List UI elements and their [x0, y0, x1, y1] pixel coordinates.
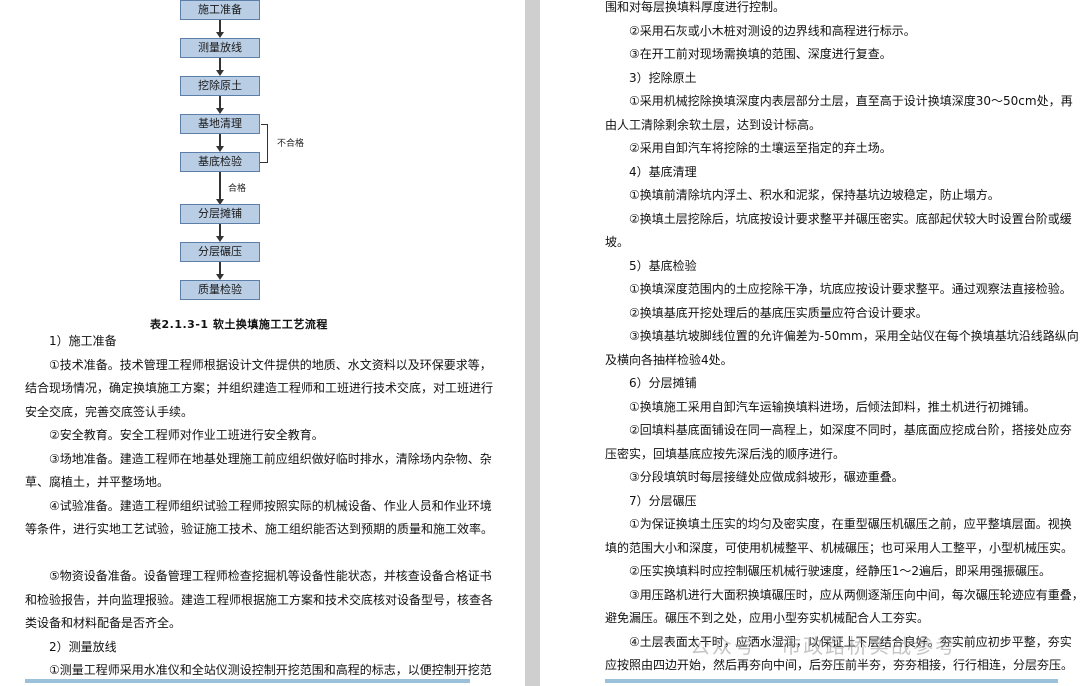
heading-inspect: 5）基底检验 [629, 258, 697, 273]
text-line: 避免漏压。碾压不到之处，应用小型夯实机械配合人工夯实。 [605, 611, 930, 625]
text-line: ①技术准备。技术管理工程师根据设计文件提供的地质、水文资料以及环保要求等， [49, 357, 492, 372]
flow-arrow [216, 134, 224, 152]
text-line: ①采用机械挖除换填深度内表层部分土层，直至高于设计换填深度30～50cm处，再 [629, 94, 1073, 108]
flow-step-survey: 测量放线 [180, 38, 260, 58]
text-line: ①为保证换填土压实的均匀及密实度，在重型碾压机碾压之前，应平整填层面。视换 [629, 517, 1072, 531]
text-line: ②回填料基底面铺设在同一高程上，如深度不同时，基底面应挖成台阶，搭接处应夯 [629, 423, 1072, 437]
flow-step-excavate: 挖除原土 [180, 76, 260, 96]
flow-step-prep: 施工准备 [180, 0, 260, 20]
flow-arrow [216, 262, 224, 280]
heading-prep: 1）施工准备 [49, 334, 117, 348]
text-line: ②换填土层挖除后，坑底按设计要求整平并碾压密实。底部起伏较大时设置台阶或缓 [629, 211, 1072, 226]
text-line: ③用压路机进行大面积换填碾压时，应从两侧逐渐压向中间，每次碾压轮迹应有重叠， [629, 587, 1080, 602]
flow-arrow [216, 224, 224, 242]
flow-step-compact: 分层碾压 [180, 242, 260, 262]
text-line: 和检验报告，并向监理报验。建造工程师根据施工方案和技术交底核对设备型号，核查各 [25, 592, 494, 607]
text-line: ④试验准备。建造工程师组织试验工程师按照实际的机械设备、作业人员和作业环境 [49, 498, 492, 513]
flow-arrow-pass [216, 172, 224, 205]
text-line: ②换填基底开挖处理后的基底压实质量应符合设计要求。 [629, 305, 928, 320]
right-body-text: 围和对每层换填料厚度进行控制。 ②采用石灰或小木桩对测设的边界线和高程进行标示。… [605, 0, 1080, 678]
text-line: ②采用自卸汽车将挖除的土壤运至指定的弃土场。 [629, 141, 892, 155]
text-line: ②压实换填料时应控制碾压机械行驶速度，经静压1～2遍后，即采用强振碾压。 [629, 564, 1052, 578]
pass-label: 合格 [228, 184, 247, 194]
text-line: ③分段填筑时每层接缝处应做成斜坡形，碾迹重叠。 [629, 470, 904, 484]
heading-survey: 2）测量放线 [49, 639, 117, 654]
feedback-line [261, 124, 268, 125]
flow-step-clean: 基地清理 [180, 114, 260, 134]
text-line: ②安全教育。安全工程师对作业工班进行安全教育。 [49, 428, 324, 442]
text-line: 填的范围大小和深度，可使用机械整平、机械碾压；也可采用人工整平，小型机械压实。 [605, 540, 1074, 555]
heading-compact: 7）分层碾压 [629, 493, 697, 508]
left-page: 施工准备 测量放线 挖除原土 基地清理 基底检验 合格 分层摊铺 分层碾压 质量… [0, 0, 525, 686]
text-line: 等条件，进行实地工艺试验，验证施工技术、施工组织能否达到预期的质量和施工效率。 [25, 522, 494, 536]
flow-arrow [216, 96, 224, 114]
text-line: 坡。 [605, 235, 630, 249]
heading-spread: 6）分层摊铺 [629, 376, 697, 390]
text-line: ①换填施工采用自卸汽车运输换填料进场，后倾法卸料，推土机进行初摊铺。 [629, 399, 1036, 414]
flow-arrow [216, 58, 224, 76]
page-footer-rule [605, 679, 1058, 683]
text-line: ⑤物资设备准备。设备管理工程师检查挖掘机等设备性能状态，并核查设备合格证书 [49, 569, 492, 583]
text-line: 及横向各抽样检验4处。 [605, 352, 733, 367]
text-line: 草、腐植土，并平整场地。 [25, 475, 170, 489]
text-line: ③场地准备。建造工程师在地基处理施工前应组织做好临时排水，清除场内杂物、杂 [49, 451, 492, 466]
text-line: ②采用石灰或小木桩对测设的边界线和高程进行标示。 [629, 23, 916, 38]
flow-step-inspect: 基底检验 [180, 152, 260, 172]
text-line: ①换填深度范围内的土应挖除干净，坑底应按设计要求整平。通过观察法直接检验。 [629, 282, 1072, 296]
right-page: 围和对每层换填料厚度进行控制。 ②采用石灰或小木桩对测设的边界线和高程进行标示。… [540, 0, 1080, 686]
page-gap [525, 0, 540, 686]
heading-clean: 4）基底清理 [629, 164, 697, 179]
text-line: 结合现场情况，确定换填施工方案；并组织建造工程师和工班进行技术交底，对工班进行 [25, 381, 494, 395]
left-body-text: 1）施工准备 ①技术准备。技术管理工程师根据设计文件提供的地质、水文资料以及环保… [25, 330, 494, 683]
flow-step-quality: 质量检验 [180, 280, 260, 300]
heading-excavate: 3）挖除原土 [629, 70, 697, 85]
text-line: ③在开工前对现场需换填的范围、深度进行复查。 [629, 47, 892, 61]
text-line: 围和对每层换填料厚度进行控制。 [605, 0, 786, 14]
flow-arrow [216, 20, 224, 38]
watermark: 公众号 · 市政路桥实战参考 [690, 634, 958, 658]
fail-label: 不合格 [277, 139, 305, 149]
page-footer-rule [25, 679, 470, 683]
text-line: 安全交底，完善交底签认手续。 [25, 404, 194, 419]
text-line: 压密实，回填基底应按先深后浅的顺序进行。 [605, 446, 846, 461]
flow-step-spread: 分层摊铺 [180, 204, 260, 224]
text-line: ①换填前清除坑内浮土、积水和泥浆，保持基坑边坡稳定，防止塌方。 [629, 188, 1000, 202]
feedback-line [267, 124, 268, 163]
text-line: 由人工清除剩余软土层，达到设计标高。 [605, 117, 822, 132]
text-line: ③换填基坑坡脚线位置的允许偏差为-50mm，采用全站仪在每个换填基坑沿线路纵向 [629, 329, 1079, 343]
text-line: 类设备和材料配备是否齐全。 [25, 616, 182, 630]
